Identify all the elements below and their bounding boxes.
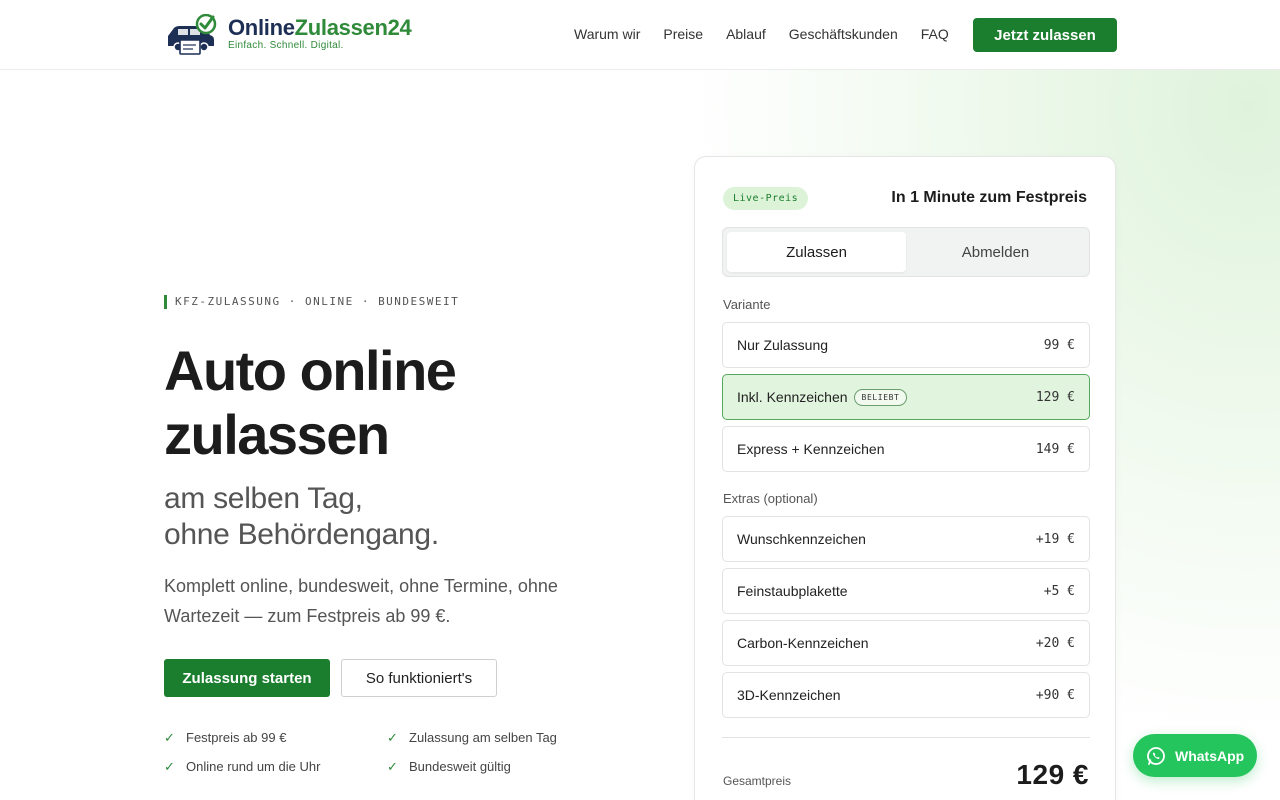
check-icon: ✓ (387, 730, 398, 745)
logo[interactable]: OnlineZulassen24 Einfach. Schnell. Digit… (166, 13, 412, 56)
calculator-title: In 1 Minute zum Festpreis (891, 189, 1087, 206)
extra-option-feinstaubplakette[interactable]: Feinstaubplakette +5 € (722, 568, 1090, 614)
feature-item: ✓ Online rund um die Uhr (164, 759, 321, 774)
logo-wordmark: OnlineZulassen24 (228, 15, 412, 40)
feature-item: ✓ Festpreis ab 99 € (164, 730, 287, 745)
start-registration-button[interactable]: Zulassung starten (164, 659, 330, 697)
live-price-badge: Live-Preis (723, 186, 809, 210)
header-cta-button[interactable]: Jetzt zulassen (973, 18, 1117, 52)
variant-option-inkl-kennzeichen[interactable]: Inkl. Kennzeichen BELIEBT 129 € (722, 374, 1090, 420)
variant-option-express[interactable]: Express + Kennzeichen 149 € (722, 426, 1090, 472)
hero-title: Auto online zulassen (164, 339, 457, 466)
nav-item-geschaeftskunden[interactable]: Geschäftskunden (789, 25, 898, 43)
divider (722, 737, 1090, 738)
extra-option-3d-kennzeichen[interactable]: 3D-Kennzeichen +90 € (722, 672, 1090, 718)
hero-lead: Komplett online, bundesweit, ohne Termin… (164, 576, 558, 626)
hero-subtitle: am selben Tag, ohne Behördengang. (164, 482, 439, 551)
popular-badge: BELIEBT (853, 388, 908, 406)
service-toggle: Zulassen Abmelden (722, 227, 1090, 277)
feature-item: ✓ Bundesweit gültig (387, 759, 511, 774)
whatsapp-label: WhatsApp (1175, 747, 1245, 764)
car-check-icon (166, 13, 220, 56)
total-label: Gesamtpreis (723, 774, 792, 788)
nav-item-warum-wir[interactable]: Warum wir (574, 25, 640, 43)
how-it-works-button[interactable]: So funktioniert's (341, 659, 497, 697)
whatsapp-icon (1146, 746, 1166, 766)
logo-tagline: Einfach. Schnell. Digital. (228, 40, 344, 51)
extra-option-wunschkennzeichen[interactable]: Wunschkennzeichen +19 € (722, 516, 1090, 562)
nav-item-preise[interactable]: Preise (663, 25, 703, 43)
total-price: 129 € (1016, 759, 1089, 790)
variant-option-nur-zulassung[interactable]: Nur Zulassung 99 € (722, 322, 1090, 368)
hero-eyebrow: KFZ-ZULASSUNG · ONLINE · BUNDESWEIT (164, 295, 624, 309)
check-icon: ✓ (164, 730, 175, 745)
extras-label: Extras (optional) (723, 491, 818, 506)
hero-section: KFZ-ZULASSUNG · ONLINE · BUNDESWEIT Auto… (164, 295, 624, 774)
check-icon: ✓ (387, 759, 398, 774)
check-icon: ✓ (164, 759, 175, 774)
nav-item-ablauf[interactable]: Ablauf (726, 25, 766, 43)
nav-item-faq[interactable]: FAQ (921, 25, 949, 43)
extra-option-carbon-kennzeichen[interactable]: Carbon-Kennzeichen +20 € (722, 620, 1090, 666)
site-header: OnlineZulassen24 Einfach. Schnell. Digit… (0, 0, 1280, 70)
feature-item: ✓ Zulassung am selben Tag (387, 730, 557, 745)
price-calculator-card: Live-Preis In 1 Minute zum Festpreis Zul… (694, 156, 1116, 800)
whatsapp-button[interactable]: WhatsApp (1133, 734, 1257, 777)
tab-zulassen[interactable]: Zulassen (727, 232, 906, 272)
variant-label: Variante (723, 297, 771, 312)
tab-abmelden[interactable]: Abmelden (906, 232, 1085, 272)
main-nav: Warum wir Preise Ablauf Geschäftskunden … (574, 25, 972, 43)
feature-list: ✓ Festpreis ab 99 € ✓ Zulassung am selben … (164, 730, 624, 774)
